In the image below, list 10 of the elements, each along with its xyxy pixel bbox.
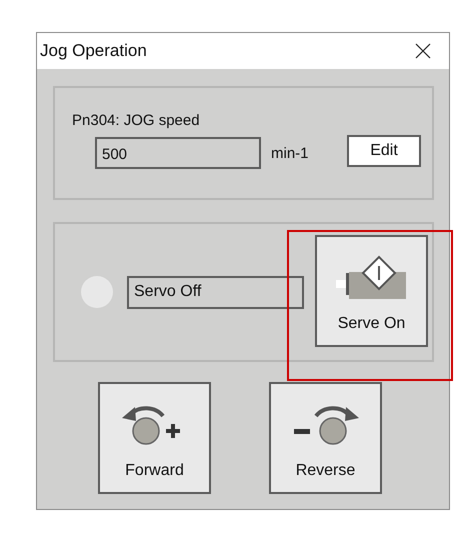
- close-icon[interactable]: [415, 43, 431, 59]
- forward-button[interactable]: Forward: [98, 382, 211, 494]
- servo-on-button[interactable]: Serve On: [315, 235, 428, 347]
- parameter-label: Pn304: JOG speed: [72, 112, 201, 129]
- status-field[interactable]: Servo Off: [127, 276, 304, 308]
- unit-label: min-1: [271, 144, 310, 162]
- edit-button[interactable]: Edit: [347, 135, 421, 167]
- window-title: Jog Operation: [40, 41, 147, 61]
- speed-field[interactable]: 500: [95, 137, 261, 169]
- reverse-button[interactable]: Reverse: [269, 382, 382, 494]
